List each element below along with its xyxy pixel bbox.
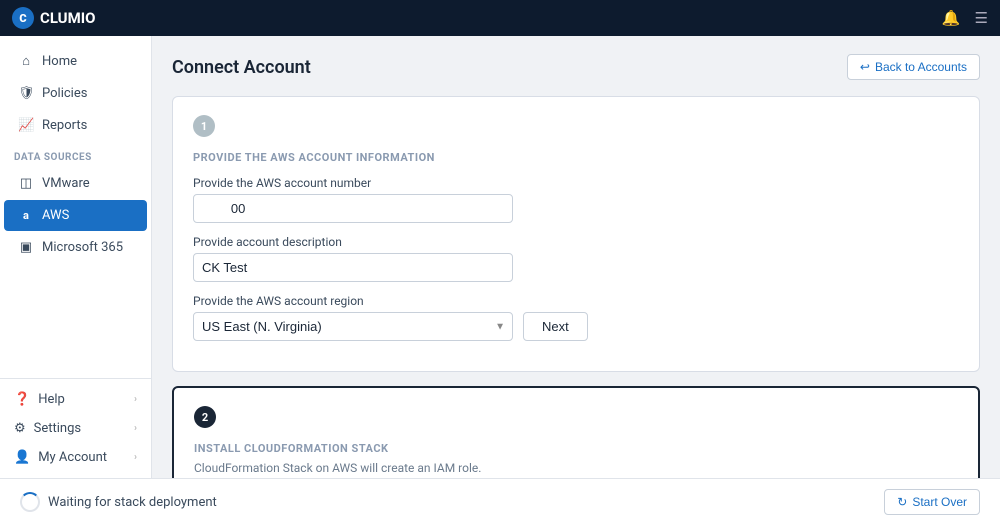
step2-header: 2 bbox=[194, 406, 958, 428]
shield-icon: 🛡 bbox=[18, 86, 34, 101]
sidebar-item-aws-label: AWS bbox=[42, 208, 69, 223]
refresh-icon: ↻ bbox=[897, 495, 907, 509]
sidebar-item-vmware-label: VMware bbox=[42, 176, 90, 191]
region-select-wrap: US East (N. Virginia) US East (Ohio) US … bbox=[193, 312, 513, 341]
home-icon: ⌂ bbox=[18, 53, 34, 69]
account-icon: 👤 bbox=[14, 450, 30, 465]
sidebar-item-reports-label: Reports bbox=[42, 118, 87, 133]
account-description-label: Provide account description bbox=[193, 235, 959, 249]
settings-icon: ⚙ bbox=[14, 421, 26, 436]
sidebar-item-policies-label: Policies bbox=[42, 86, 87, 101]
step2-badge: 2 bbox=[194, 406, 216, 428]
topbar: C CLUMIO 🔔 ☰ bbox=[0, 0, 1000, 36]
sidebar-item-settings-label: Settings bbox=[34, 421, 81, 436]
sidebar-item-home[interactable]: ⌂ Home bbox=[4, 45, 147, 77]
account-description-input[interactable] bbox=[193, 253, 513, 282]
step2-section-title: INSTALL CLOUDFORMATION STACK bbox=[194, 442, 958, 455]
sidebar-item-microsoft365-label: Microsoft 365 bbox=[42, 240, 123, 255]
account-description-group: Provide account description bbox=[193, 235, 959, 282]
main-content: Connect Account ↩ Back to Accounts 1 PRO… bbox=[152, 36, 1000, 478]
back-icon: ↩ bbox=[860, 60, 870, 74]
account-number-input[interactable] bbox=[193, 194, 513, 223]
sidebar-nav: ⌂ Home 🛡 Policies 📈 Reports DATA SOURCES… bbox=[0, 36, 151, 378]
logo: C CLUMIO bbox=[12, 7, 95, 29]
help-chevron: › bbox=[134, 394, 137, 405]
sidebar-item-help-label: Help bbox=[38, 392, 65, 407]
sidebar-item-reports[interactable]: 📈 Reports bbox=[4, 110, 147, 141]
account-number-label: Provide the AWS account number bbox=[193, 176, 959, 190]
sidebar-item-help[interactable]: ❓ Help › bbox=[0, 385, 151, 414]
next-button[interactable]: Next bbox=[523, 312, 588, 341]
aws-icon: a bbox=[18, 209, 34, 222]
account-region-group: Provide the AWS account region US East (… bbox=[193, 294, 959, 341]
sidebar-item-myaccount-label: My Account bbox=[38, 450, 107, 465]
step2-description: CloudFormation Stack on AWS will create … bbox=[194, 461, 958, 475]
start-over-label: Start Over bbox=[912, 495, 967, 509]
step1-card: 1 PROVIDE THE AWS ACCOUNT INFORMATION Pr… bbox=[172, 96, 980, 372]
sidebar-item-microsoft365[interactable]: ▣ Microsoft 365 bbox=[4, 232, 147, 263]
start-over-button[interactable]: ↻ Start Over bbox=[884, 489, 980, 515]
sidebar-item-vmware[interactable]: ◫ VMware bbox=[4, 168, 147, 199]
sidebar: ⌂ Home 🛡 Policies 📈 Reports DATA SOURCES… bbox=[0, 36, 152, 478]
region-select[interactable]: US East (N. Virginia) US East (Ohio) US … bbox=[193, 312, 513, 341]
account-number-group: Provide the AWS account number bbox=[193, 176, 959, 223]
topbar-right: 🔔 ☰ bbox=[942, 9, 988, 27]
logo-text: CLUMIO bbox=[40, 9, 95, 27]
status-left: Waiting for stack deployment bbox=[20, 492, 217, 512]
back-button-label: Back to Accounts bbox=[875, 60, 967, 74]
data-sources-label: DATA SOURCES bbox=[0, 142, 151, 167]
help-icon: ❓ bbox=[14, 392, 30, 407]
step1-badge: 1 bbox=[193, 115, 215, 137]
account-region-label: Provide the AWS account region bbox=[193, 294, 959, 308]
status-bar: Waiting for stack deployment ↻ Start Ove… bbox=[0, 478, 1000, 525]
sidebar-item-policies[interactable]: 🛡 Policies bbox=[4, 78, 147, 109]
menu-icon[interactable]: ☰ bbox=[975, 9, 988, 27]
back-to-accounts-button[interactable]: ↩ Back to Accounts bbox=[847, 54, 980, 80]
step2-card: 2 INSTALL CLOUDFORMATION STACK CloudForm… bbox=[172, 386, 980, 478]
myaccount-chevron: › bbox=[134, 452, 137, 463]
sidebar-item-settings[interactable]: ⚙ Settings › bbox=[0, 414, 151, 443]
sidebar-item-aws[interactable]: a AWS bbox=[4, 200, 147, 231]
status-text: Waiting for stack deployment bbox=[48, 495, 217, 510]
page-header: Connect Account ↩ Back to Accounts bbox=[172, 54, 980, 80]
step1-section-title: PROVIDE THE AWS ACCOUNT INFORMATION bbox=[193, 151, 959, 164]
notification-icon[interactable]: 🔔 bbox=[942, 9, 961, 27]
vmware-icon: ◫ bbox=[18, 176, 34, 191]
sidebar-item-myaccount[interactable]: 👤 My Account › bbox=[0, 443, 151, 472]
microsoft-icon: ▣ bbox=[18, 240, 34, 255]
sidebar-item-home-label: Home bbox=[42, 54, 77, 69]
page-title: Connect Account bbox=[172, 57, 311, 78]
settings-chevron: › bbox=[134, 423, 137, 434]
sidebar-bottom: ❓ Help › ⚙ Settings › 👤 My Account › bbox=[0, 378, 151, 478]
loading-spinner bbox=[20, 492, 40, 512]
app-body: ⌂ Home 🛡 Policies 📈 Reports DATA SOURCES… bbox=[0, 36, 1000, 478]
logo-icon: C bbox=[12, 7, 34, 29]
reports-icon: 📈 bbox=[18, 118, 34, 133]
step1-header: 1 bbox=[193, 115, 959, 137]
